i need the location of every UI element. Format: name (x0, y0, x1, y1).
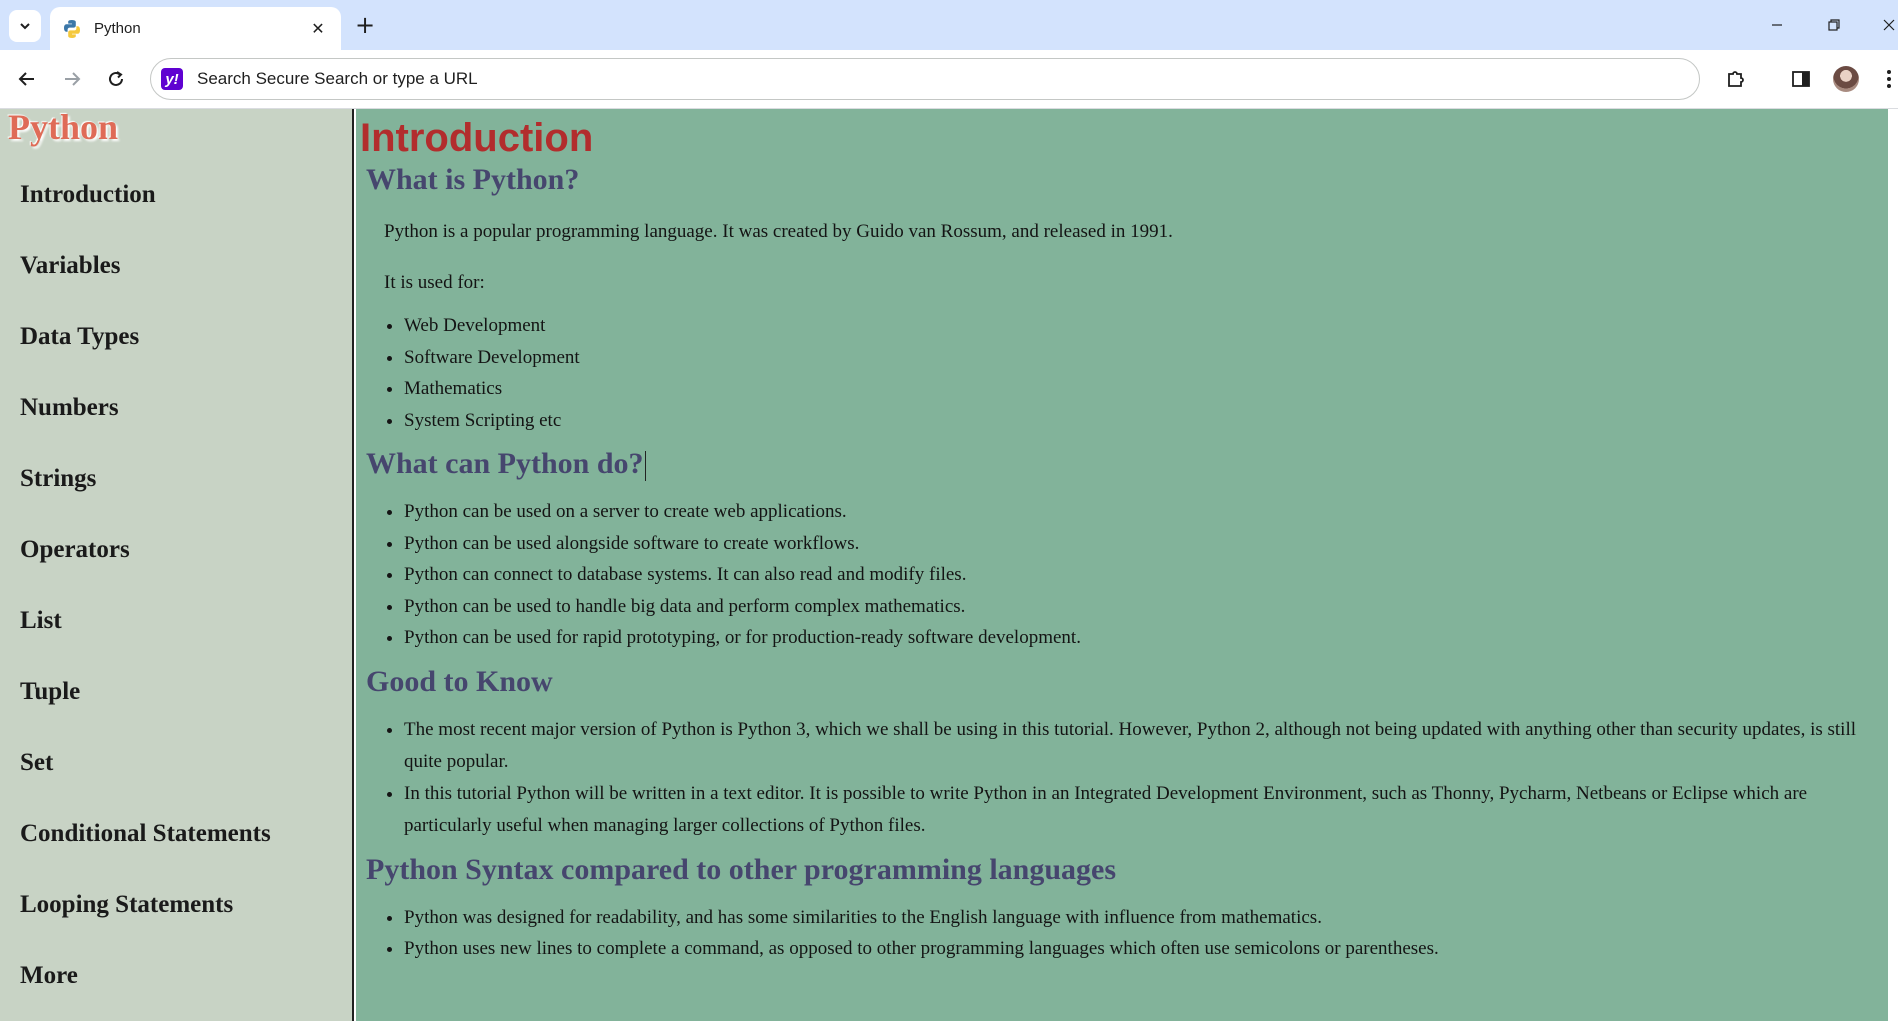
sidebar-item-conditional-statements[interactable]: Conditional Statements (0, 798, 352, 869)
good-to-know-list: The most recent major version of Python … (404, 714, 1888, 842)
sidebar-item-variables[interactable]: Variables (0, 230, 352, 301)
puzzle-icon[interactable] (1722, 65, 1750, 93)
list-item: Software Development (404, 342, 1888, 374)
paragraph-used-for: It is used for: (384, 272, 485, 293)
sidebar-item-operators[interactable]: Operators (0, 514, 352, 585)
plus-icon[interactable]: + (352, 11, 378, 39)
web-page: Python Introduction Variables Data Types… (0, 109, 1898, 1021)
sidebar-item-label[interactable]: Looping Statements (20, 891, 233, 919)
section-heading-text: What can Python do? (366, 447, 644, 480)
list-item: System Scripting etc (404, 405, 1888, 437)
sidebar-item-label[interactable]: Numbers (20, 394, 119, 422)
capabilities-list: Python can be used on a server to create… (404, 496, 1888, 654)
section-heading-what-can-python-do: What can Python do? (366, 446, 1888, 482)
sidebar-item-label[interactable]: Strings (20, 465, 96, 493)
sidebar-item-label[interactable]: Variables (20, 252, 120, 280)
window-close-icon[interactable] (1866, 8, 1898, 42)
avatar[interactable] (1832, 65, 1860, 93)
section-heading-good-to-know: Good to Know (366, 664, 553, 698)
tab-strip: Python ✕ + (0, 0, 1898, 50)
minimize-icon[interactable] (1754, 8, 1800, 42)
list-item: Python uses new lines to complete a comm… (404, 933, 1888, 965)
list-item: Python can be used on a server to create… (404, 496, 1888, 528)
reload-icon[interactable] (101, 64, 131, 94)
browser-toolbar: y! Search Secure Search or type a URL (0, 50, 1898, 109)
sidebar-nav: Introduction Variables Data Types Number… (0, 159, 352, 1011)
uses-list: Web Development Software Development Mat… (404, 310, 1888, 436)
restore-icon[interactable] (1811, 8, 1857, 42)
arrow-right-icon[interactable] (57, 64, 87, 94)
chevron-down-icon (20, 23, 30, 30)
sidebar-item-data-types[interactable]: Data Types (0, 301, 352, 372)
python-logo-icon (64, 19, 80, 38)
side-panel-icon[interactable] (1787, 65, 1815, 93)
syntax-list: Python was designed for readability, and… (404, 902, 1888, 965)
kebab-menu-icon[interactable] (1880, 65, 1898, 93)
text-caret (644, 451, 646, 482)
site-logo: Python (8, 109, 119, 147)
sidebar-item-strings[interactable]: Strings (0, 443, 352, 514)
list-item: Python can be used to handle big data an… (404, 591, 1888, 623)
arrow-left-icon[interactable] (12, 64, 42, 94)
tab-python[interactable]: Python ✕ (50, 7, 341, 50)
sidebar-item-tuple[interactable]: Tuple (0, 656, 352, 727)
list-item: Python can connect to database systems. … (404, 559, 1888, 591)
sidebar-item-label[interactable]: Conditional Statements (20, 820, 271, 848)
list-item: Python was designed for readability, and… (404, 902, 1888, 934)
sidebar-item-more[interactable]: More (0, 940, 352, 1011)
paragraph-intro: Python is a popular programming language… (384, 221, 1173, 242)
page-right-edge (1888, 109, 1898, 1021)
address-bar[interactable]: y! Search Secure Search or type a URL (150, 58, 1700, 100)
list-item: Mathematics (404, 373, 1888, 405)
sidebar-item-introduction[interactable]: Introduction (0, 159, 352, 230)
tab-search-button[interactable] (9, 10, 41, 42)
sidebar-item-label[interactable]: Introduction (20, 181, 156, 209)
sidebar-item-set[interactable]: Set (0, 727, 352, 798)
section-heading-python-syntax: Python Syntax compared to other programm… (366, 852, 1117, 886)
section-heading-what-is-python: What is Python? (366, 163, 580, 196)
list-item: The most recent major version of Python … (404, 714, 1888, 778)
sidebar-item-label[interactable]: Data Types (20, 323, 139, 351)
list-item: Python can be used alongside software to… (404, 528, 1888, 560)
sidebar-item-label[interactable]: Set (20, 749, 53, 777)
sidebar-item-looping-statements[interactable]: Looping Statements (0, 869, 352, 940)
sidebar-item-label[interactable]: More (20, 962, 78, 990)
yahoo-icon: y! (161, 68, 183, 90)
sidebar-item-list[interactable]: List (0, 585, 352, 656)
sidebar-item-label[interactable]: Tuple (20, 678, 80, 706)
list-item: Web Development (404, 310, 1888, 342)
sidebar-item-numbers[interactable]: Numbers (0, 372, 352, 443)
page-title: Introduction (360, 116, 594, 160)
list-item: In this tutorial Python will be written … (404, 778, 1888, 842)
list-item: Python can be used for rapid prototyping… (404, 622, 1888, 654)
address-bar-placeholder: Search Secure Search or type a URL (197, 69, 478, 88)
sidebar-item-label[interactable]: List (20, 607, 62, 635)
sidebar: Python Introduction Variables Data Types… (0, 109, 354, 1021)
close-icon[interactable]: ✕ (307, 18, 329, 40)
main-content: Introduction What is Python? Python is a… (356, 109, 1888, 1021)
tab-title: Python (94, 20, 141, 37)
profile-avatar-icon (1833, 66, 1859, 92)
sidebar-item-label[interactable]: Operators (20, 536, 130, 564)
